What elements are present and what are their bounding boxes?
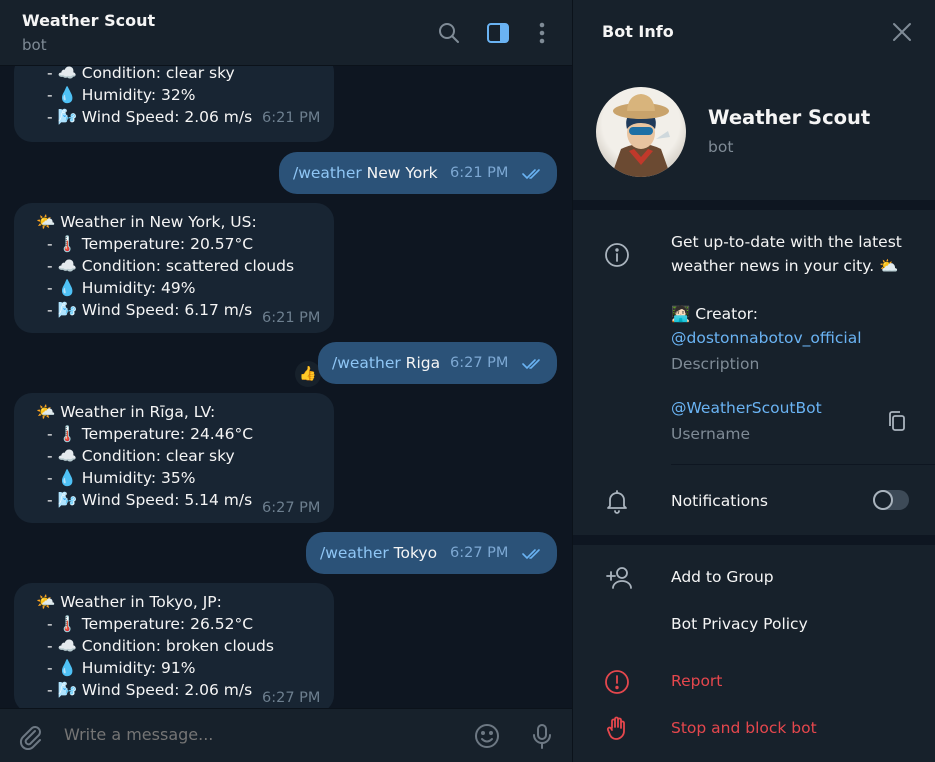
row-separator — [671, 464, 935, 465]
message-line: - 💧 Humidity: 35% — [47, 469, 196, 487]
double-check-icon — [522, 359, 540, 370]
message-text: New York — [361, 164, 438, 182]
message-time: 6:27 PM — [450, 355, 509, 371]
message-line: 🌤️ Weather in Tokyo, JP: — [36, 593, 222, 611]
message-line: 🌤️ Weather in New York, US: — [36, 213, 257, 231]
attach-icon[interactable] — [16, 722, 44, 750]
bot-avatar[interactable] — [596, 87, 686, 177]
notifications-toggle[interactable] — [873, 490, 909, 510]
sidebar-toggle-icon[interactable] — [485, 20, 511, 46]
bot-command-link[interactable]: /weather — [320, 544, 389, 562]
message-line: - ☁️ Condition: broken clouds — [47, 637, 274, 655]
bot-subtitle: bot — [708, 138, 734, 156]
copy-icon[interactable] — [885, 409, 909, 433]
message-input[interactable] — [64, 725, 444, 744]
about-text: Get up-to-date with the latest weather n… — [671, 230, 902, 278]
chat-subtitle: bot — [22, 36, 47, 54]
message-time: 6:27 PM — [450, 545, 509, 561]
about-line: Get up-to-date with the latest — [671, 233, 902, 251]
emoji-icon[interactable] — [473, 722, 501, 750]
username-link[interactable]: @WeatherScoutBot — [671, 396, 822, 420]
message-line: - 💧 Humidity: 91% — [47, 659, 196, 677]
close-icon[interactable] — [891, 21, 913, 43]
message-time: 6:21 PM — [450, 165, 509, 181]
double-check-icon — [522, 549, 540, 560]
message-line: - ☁️ Condition: clear sky — [47, 447, 235, 465]
microphone-icon[interactable] — [528, 722, 556, 750]
incoming-message[interactable]: - ☁️ Condition: clear sky - 💧 Humidity: … — [14, 66, 334, 142]
outgoing-message[interactable]: /weather Riga 6:27 PM — [318, 342, 557, 384]
bot-command-link[interactable]: /weather — [293, 164, 362, 182]
message-text: Riga — [400, 354, 441, 372]
chat-pane: Weather Scout bot - ☁️ Condition: clear … — [0, 0, 572, 762]
message-line: - ☁️ Condition: clear sky — [47, 66, 235, 82]
more-vertical-icon[interactable] — [529, 20, 555, 46]
creator-label: 🧑🏻‍💻 Creator: — [671, 305, 758, 323]
message-line: - 🌡️ Temperature: 20.57°C — [47, 235, 254, 253]
privacy-policy-link[interactable]: Bot Privacy Policy — [671, 612, 808, 636]
message-time: 6:21 PM — [262, 110, 321, 126]
message-time: 6:27 PM — [262, 500, 321, 516]
add-to-group-button[interactable]: Add to Group — [671, 565, 774, 589]
bot-info-panel: Bot Info Weather Scout bot Get up-to-dat… — [573, 0, 935, 762]
message-line: 🌤️ Weather in Rīga, LV: — [36, 403, 216, 421]
info-icon — [605, 243, 629, 267]
incoming-message[interactable]: 🌤️ Weather in New York, US: - 🌡️ Tempera… — [14, 203, 334, 333]
alert-circle-icon — [605, 670, 629, 694]
double-check-icon — [522, 169, 540, 180]
chat-title[interactable]: Weather Scout — [22, 11, 155, 30]
bell-icon — [607, 490, 627, 514]
creator-link[interactable]: @dostonnabotov_official — [671, 326, 862, 350]
about-line: weather news in your city. ⛅ — [671, 257, 899, 275]
username-caption: Username — [671, 425, 751, 443]
message-list[interactable]: - ☁️ Condition: clear sky - 💧 Humidity: … — [0, 66, 572, 708]
message-line: - 💧 Humidity: 49% — [47, 279, 196, 297]
message-time: 6:21 PM — [262, 310, 321, 326]
message-time: 6:27 PM — [262, 690, 321, 706]
message-line: - ☁️ Condition: scattered clouds — [47, 257, 295, 275]
chat-header[interactable]: Weather Scout bot — [0, 0, 572, 66]
outgoing-message[interactable]: /weather Tokyo 6:27 PM — [306, 532, 557, 574]
report-button[interactable]: Report — [671, 669, 722, 693]
section-separator — [573, 200, 935, 210]
message-composer — [0, 708, 572, 762]
stop-block-button[interactable]: Stop and block bot — [671, 716, 817, 740]
section-separator — [573, 535, 935, 545]
notifications-label: Notifications — [671, 492, 769, 510]
message-line: - 💧 Humidity: 32% — [47, 86, 196, 104]
message-text: Tokyo — [388, 544, 438, 562]
toggle-knob — [873, 490, 893, 510]
panel-title: Bot Info — [602, 22, 674, 41]
description-caption: Description — [671, 355, 760, 373]
outgoing-message[interactable]: /weather New York 6:21 PM — [279, 152, 557, 194]
message-line: - 🌡️ Temperature: 24.46°C — [47, 425, 254, 443]
hand-stop-icon — [606, 716, 625, 740]
search-icon[interactable] — [436, 20, 462, 46]
bot-name: Weather Scout — [708, 106, 871, 129]
incoming-message[interactable]: 🌤️ Weather in Tokyo, JP: - 🌡️ Temperatur… — [14, 583, 334, 708]
bot-command-link[interactable]: /weather — [332, 354, 401, 372]
add-user-icon — [606, 567, 632, 589]
message-line: - 🌡️ Temperature: 26.52°C — [47, 615, 254, 633]
incoming-message[interactable]: 🌤️ Weather in Rīga, LV: - 🌡️ Temperature… — [14, 393, 334, 523]
